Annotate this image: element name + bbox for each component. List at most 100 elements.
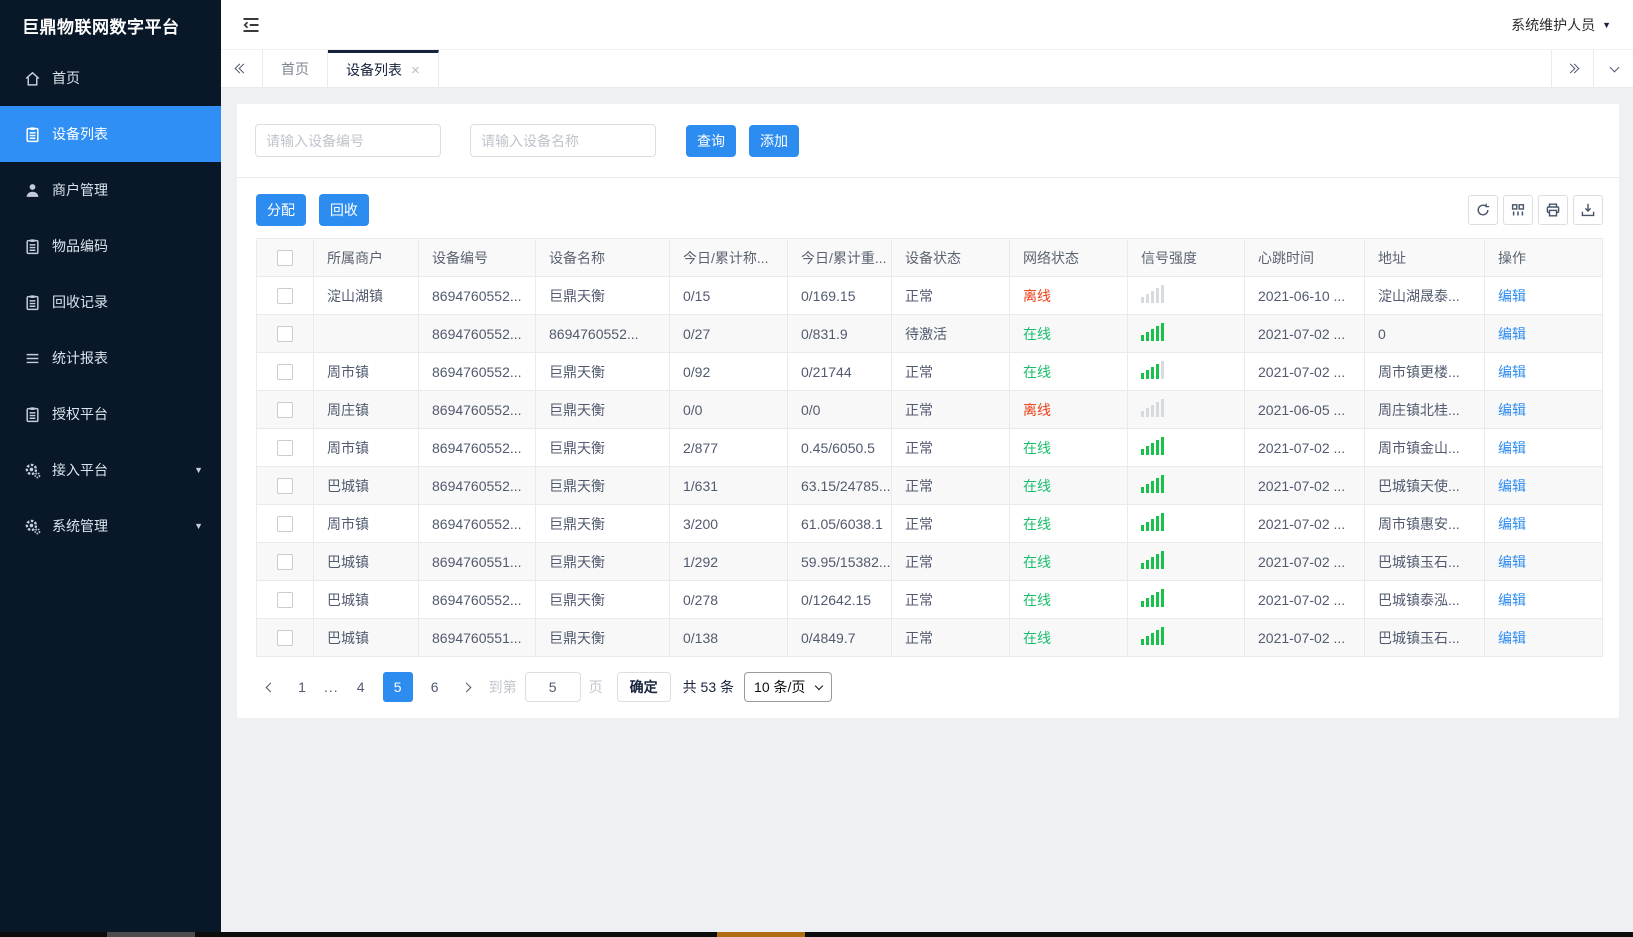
assign-button[interactable]: 分配 — [256, 194, 306, 226]
row-checkbox[interactable] — [277, 516, 293, 533]
cell-device-status: 待激活 — [891, 314, 1010, 353]
columns-button[interactable] — [1503, 195, 1533, 225]
sidebar-item-label: 设备列表 — [52, 126, 108, 142]
sidebar-item-item-code[interactable]: 物品编码 — [0, 218, 221, 274]
chevron-right-icon — [461, 682, 472, 692]
cell-device-name: 8694760552... — [535, 314, 670, 353]
goto-page-input[interactable] — [524, 672, 581, 702]
sidebar-item-merchant-mgmt[interactable]: 商户管理 — [0, 162, 221, 218]
column-header: 地址 — [1364, 238, 1485, 277]
system-gear-icon — [24, 518, 41, 535]
edit-link[interactable]: 编辑 — [1498, 288, 1526, 304]
cell-merchant: 周市镇 — [313, 352, 419, 391]
edit-link[interactable]: 编辑 — [1498, 402, 1526, 418]
edit-link[interactable]: 编辑 — [1498, 554, 1526, 570]
tabs-scroll-right-button[interactable] — [1551, 50, 1593, 87]
page-number-button[interactable]: 5 — [382, 672, 413, 702]
row-checkbox[interactable] — [277, 364, 293, 381]
edit-link[interactable]: 编辑 — [1498, 478, 1526, 494]
page-size-select[interactable]: 10 条/页 — [744, 672, 833, 702]
cell-network-status: 在线 — [1009, 504, 1128, 543]
user-menu[interactable]: 系统维护人员 ▼ — [1511, 15, 1611, 35]
table-row: 8694760552... 8694760552... 0/27 0/831.9 待激活… — [256, 314, 1603, 353]
refresh-button[interactable] — [1468, 195, 1498, 225]
row-checkbox[interactable] — [277, 440, 293, 457]
export-button[interactable] — [1573, 195, 1603, 225]
cell-actions: 编辑 — [1484, 276, 1603, 315]
page-number-button[interactable]: 4 — [347, 672, 375, 702]
signal-bar — [1141, 601, 1144, 607]
cell-today-weight: 0/0 — [787, 390, 892, 429]
recycle-button[interactable]: 回收 — [318, 194, 369, 226]
signal-bar — [1151, 519, 1154, 531]
print-button[interactable] — [1538, 195, 1568, 225]
signal-strength-bars — [1141, 437, 1166, 455]
sidebar-item-home[interactable]: 首页 — [0, 50, 221, 106]
cell-device-name: 巨鼎天衡 — [535, 542, 670, 581]
signal-bar — [1156, 630, 1159, 645]
tab-home[interactable]: 首页 — [263, 50, 328, 87]
cell-address: 巴城镇玉石... — [1364, 618, 1485, 657]
sidebar-item-label: 首页 — [52, 70, 80, 86]
sidebar-item-label: 系统管理 — [52, 518, 108, 534]
row-checkbox[interactable] — [277, 326, 293, 343]
menu-fold-icon[interactable] — [238, 12, 264, 38]
row-checkbox[interactable] — [277, 554, 293, 571]
cell-signal-strength — [1127, 352, 1245, 391]
sidebar-item-access-platform[interactable]: 接入平台 ▼ — [0, 442, 221, 498]
export-icon — [1580, 202, 1596, 218]
cell-signal-strength — [1127, 466, 1245, 505]
cell-device-name: 巨鼎天衡 — [535, 580, 670, 619]
signal-bar — [1161, 285, 1164, 303]
sidebar-item-device-list[interactable]: 设备列表 — [0, 106, 221, 162]
select-all-checkbox[interactable] — [277, 250, 293, 267]
chevron-down-icon: ▼ — [194, 465, 203, 475]
column-header: 心跳时间 — [1244, 238, 1365, 277]
edit-link[interactable]: 编辑 — [1498, 516, 1526, 532]
tab-device-list[interactable]: 设备列表 × — [328, 50, 439, 87]
device-list-icon — [24, 126, 41, 143]
close-icon[interactable]: × — [411, 63, 420, 78]
cell-signal-strength — [1127, 618, 1245, 657]
sidebar-item-recycle-records[interactable]: 回收记录 — [0, 274, 221, 330]
edit-link[interactable]: 编辑 — [1498, 326, 1526, 342]
goto-confirm-button[interactable]: 确定 — [616, 672, 671, 702]
page-number-button[interactable]: 1 — [288, 672, 316, 702]
cell-device-name: 巨鼎天衡 — [535, 504, 670, 543]
sidebar-item-statistics-report[interactable]: 统计报表 — [0, 330, 221, 386]
sidebar-item-system-mgmt[interactable]: 系统管理 ▼ — [0, 498, 221, 554]
row-checkbox[interactable] — [277, 288, 293, 305]
edit-link[interactable]: 编辑 — [1498, 364, 1526, 380]
cell-heartbeat-time: 2021-07-02 ... — [1244, 542, 1365, 581]
row-checkbox[interactable] — [277, 630, 293, 647]
network-status-badge: 在线 — [1023, 629, 1051, 646]
edit-link[interactable]: 编辑 — [1498, 630, 1526, 646]
device-code-input[interactable] — [255, 124, 441, 157]
cell-device-code: 8694760552... — [418, 580, 536, 619]
tabs-scroll-left-button[interactable] — [221, 50, 263, 87]
next-page-button[interactable] — [453, 672, 481, 702]
sidebar-item-label: 物品编码 — [52, 238, 108, 254]
cell-device-code: 8694760552... — [418, 428, 536, 467]
device-name-input[interactable] — [470, 124, 656, 157]
query-button[interactable]: 查询 — [686, 124, 736, 157]
sidebar-item-authorize-platform[interactable]: 授权平台 — [0, 386, 221, 442]
edit-link[interactable]: 编辑 — [1498, 592, 1526, 608]
table-row: 周庄镇 8694760552... 巨鼎天衡 0/0 0/0 正常 离线 2021-06-05… — [256, 390, 1603, 429]
signal-strength-bars — [1141, 551, 1166, 569]
prev-page-button[interactable] — [256, 672, 284, 702]
goto-suffix-label: 页 — [588, 679, 603, 695]
cell-network-status: 在线 — [1009, 466, 1128, 505]
cell-heartbeat-time: 2021-07-02 ... — [1244, 504, 1365, 543]
add-button[interactable]: 添加 — [749, 124, 799, 157]
edit-link[interactable]: 编辑 — [1498, 440, 1526, 456]
row-checkbox[interactable] — [277, 402, 293, 419]
cell-address: 周庄镇北桂... — [1364, 390, 1485, 429]
network-status-badge: 在线 — [1023, 591, 1051, 608]
page-number-button[interactable]: 6 — [421, 672, 449, 702]
tabs-menu-button[interactable] — [1593, 50, 1633, 87]
cell-checkbox — [256, 542, 314, 581]
cell-device-code: 8694760551... — [418, 542, 536, 581]
row-checkbox[interactable] — [277, 592, 293, 609]
row-checkbox[interactable] — [277, 478, 293, 495]
